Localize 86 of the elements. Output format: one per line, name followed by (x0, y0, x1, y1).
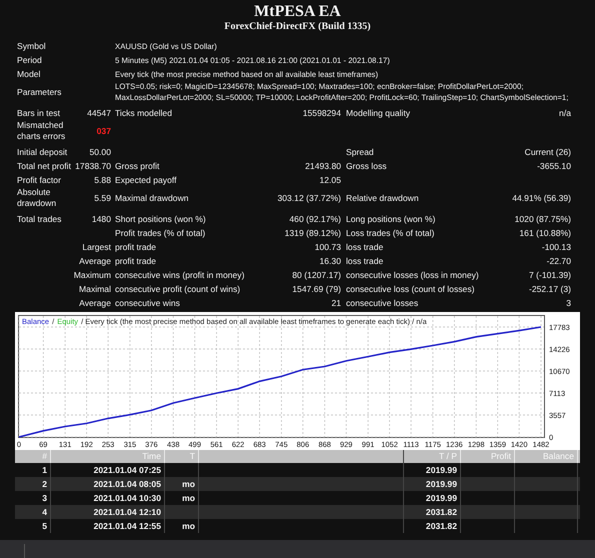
stat-value: -252.17 (3) (528, 284, 571, 294)
stat-label: Ticks modelled (114, 108, 173, 118)
stat-value: 1480 (92, 214, 111, 224)
stat-label: profit trade (114, 242, 158, 252)
stat-value: 460 (92.17%) (289, 214, 341, 224)
stat-value: 80 (1207.17) (292, 270, 341, 280)
stat-label: Period (17, 54, 43, 66)
stat-value: 17838.70 (75, 160, 111, 172)
stat-label: Spread (345, 146, 375, 158)
stat-value: 1020 (87.75%) (514, 214, 571, 224)
stat-value: Largest (82, 242, 111, 252)
table-cell-text: 2021.01.04 08:05 (94, 478, 161, 491)
table-cell-text: 4 (42, 506, 47, 519)
stat-value: -3655.10 (537, 160, 571, 172)
stat-value: 50.00 (89, 146, 111, 158)
stat-label: Absolute drawdown (17, 187, 58, 209)
stat-value: 21493.80 (305, 160, 341, 172)
stat-label: consecutive wins (114, 298, 181, 308)
stat-value: -22.70 (546, 256, 571, 266)
table-cell-text: 2021.01.04 12:55 (94, 520, 161, 533)
table-cell-text: 3 (42, 492, 47, 505)
stat-label: Gross loss (345, 160, 388, 172)
stat-value: 12.05 (319, 174, 341, 186)
table-cell-text: mo (182, 520, 195, 533)
table-cell-text: mo (182, 478, 195, 491)
table-cell-text: 2021.01.04 10:30 (94, 492, 161, 505)
table-cell-text: 2019.99 (426, 492, 457, 505)
stat-label: Short positions (won %) (114, 214, 207, 224)
stat-value: 21 (331, 298, 341, 308)
stat-value: 44547 (87, 108, 111, 118)
stat-label: Initial deposit (17, 146, 68, 158)
table-cell-text: 2 (42, 478, 47, 491)
stat-value: 15598294 (302, 108, 341, 118)
stat-label: consecutive wins (profit in money) (114, 270, 246, 280)
stat-value: 303.12 (37.72%) (277, 192, 341, 204)
stat-value: 037 (96, 126, 111, 136)
table-cell-text: 5 (42, 520, 47, 533)
report-subtitle: ForexChief-DirectFX (Build 1335) (224, 21, 371, 33)
stat-value: 5.88 (94, 174, 111, 186)
table-cell-text: mo (182, 492, 195, 505)
stat-label: Loss trades (% of total) (345, 228, 436, 238)
stat-value: 1547.69 (79) (292, 284, 341, 294)
table-cell-text: 2021.01.04 07:25 (94, 464, 161, 477)
table-cell-text: 2019.99 (426, 464, 457, 477)
stat-value: 5.59 (94, 192, 111, 204)
stat-label: consecutive losses (345, 298, 420, 308)
stat-label: Expected payoff (114, 174, 178, 186)
stat-label: profit trade (114, 256, 158, 266)
table-cell-text: 2031.82 (426, 506, 457, 519)
stat-label: Modelling quality (345, 108, 412, 118)
table-cell-text: 1 (42, 464, 47, 477)
stat-value: 16.30 (319, 256, 341, 266)
stat-value: 161 (10.88%) (519, 228, 571, 238)
stat-label: consecutive losses (loss in money) (345, 270, 480, 280)
stat-label: Bars in test (17, 108, 61, 118)
stat-value: 7 (-101.39) (528, 270, 571, 280)
stat-value: Average (79, 298, 111, 308)
stat-value: Average (79, 256, 111, 266)
stat-value: 1319 (89.12%) (284, 228, 341, 238)
stat-label: consecutive profit (count of wins) (114, 284, 242, 294)
stat-value: 44.91% (56.39) (512, 192, 571, 204)
stat-label: Relative drawdown (345, 192, 420, 204)
table-cell-text: 2031.82 (426, 520, 457, 533)
stat-label: Symbol (17, 40, 47, 52)
stat-label: Mismatched charts errors (17, 120, 66, 142)
report-title: MtPESA EA (254, 2, 341, 21)
stat-value: Maximal (79, 284, 111, 294)
stat-label: Profit factor (17, 174, 62, 186)
stat-value: Current (26) (524, 146, 571, 158)
stat-label: Profit trades (% of total) (114, 228, 206, 238)
stat-value: Maximum (74, 270, 111, 280)
stat-label: consecutive loss (count of losses) (345, 284, 476, 294)
stat-label: Long positions (won %) (345, 214, 436, 224)
stat-label: Model (17, 68, 42, 80)
stat-label: Total trades (17, 214, 62, 224)
stat-label: Parameters (17, 86, 62, 98)
stat-label: Gross profit (114, 160, 160, 172)
table-cell-text: 2021.01.04 12:10 (94, 506, 161, 519)
stat-label: loss trade (345, 256, 384, 266)
stat-value: n/a (559, 108, 571, 118)
stat-label: Maximal drawdown (114, 192, 190, 204)
stat-label: loss trade (345, 242, 384, 252)
stat-value: 3 (566, 298, 571, 308)
stat-value: -100.13 (542, 242, 571, 252)
stat-value: 100.73 (314, 242, 341, 252)
table-cell-text: 2019.99 (426, 478, 457, 491)
